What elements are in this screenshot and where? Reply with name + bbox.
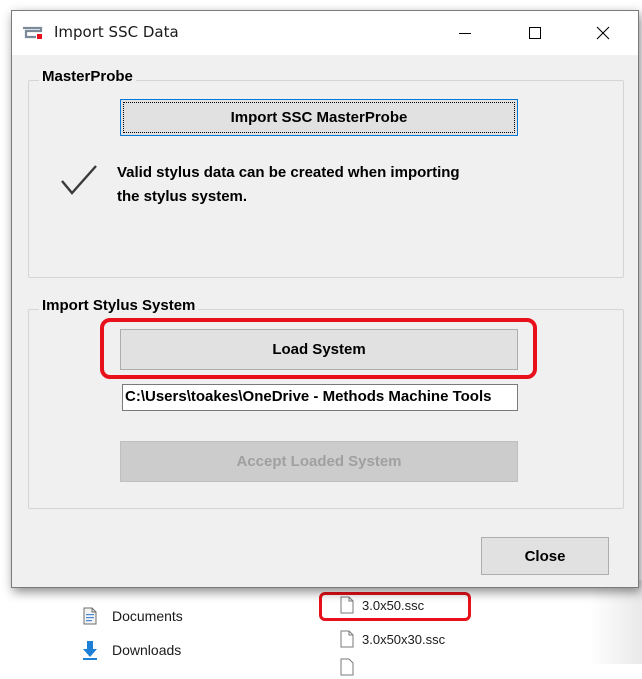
window-title: Import SSC Data [54,23,179,41]
stylus-system-legend: Import Stylus System [39,297,199,314]
file-icon [340,630,354,648]
nav-item-label: Documents [112,608,183,624]
nav-item-label: Downloads [112,642,182,658]
valid-stylus-message-line1: Valid stylus data can be created when im… [117,164,460,181]
close-button[interactable]: Close [481,537,609,575]
downloads-icon [80,640,100,660]
title-bar[interactable]: Import SSC Data [12,11,638,55]
file-item-partial [340,658,362,676]
minimize-icon [459,33,471,34]
maximize-button[interactable] [512,11,558,55]
import-ssc-dialog: Import SSC Data MasterProbe Import SSC M… [11,10,639,588]
maximize-icon [529,27,541,39]
file-name: 3.0x50x30.ssc [362,631,446,647]
system-path-field[interactable]: C:\Users\toakes\OneDrive - Methods Machi… [122,384,518,411]
load-system-highlight-annotation [100,318,537,379]
checkmark-icon [60,163,98,202]
documents-icon [80,606,100,626]
nav-item-documents[interactable]: Documents [80,606,183,626]
app-icon [22,26,44,40]
masterprobe-legend: MasterProbe [39,68,136,85]
nav-item-downloads[interactable]: Downloads [80,640,181,660]
close-window-button[interactable] [580,11,626,55]
close-icon [596,26,610,40]
file-icon [340,658,354,676]
file-highlight-annotation [319,592,471,621]
valid-stylus-message-line2: the stylus system. [117,188,248,205]
explorer-edge [590,580,642,664]
accept-loaded-system-button[interactable]: Accept Loaded System [120,441,518,482]
file-item-3-0x50x30[interactable]: 3.0x50x30.ssc [340,630,445,648]
minimize-button[interactable] [442,11,488,55]
import-ssc-masterprobe-button[interactable]: Import SSC MasterProbe [120,99,518,136]
